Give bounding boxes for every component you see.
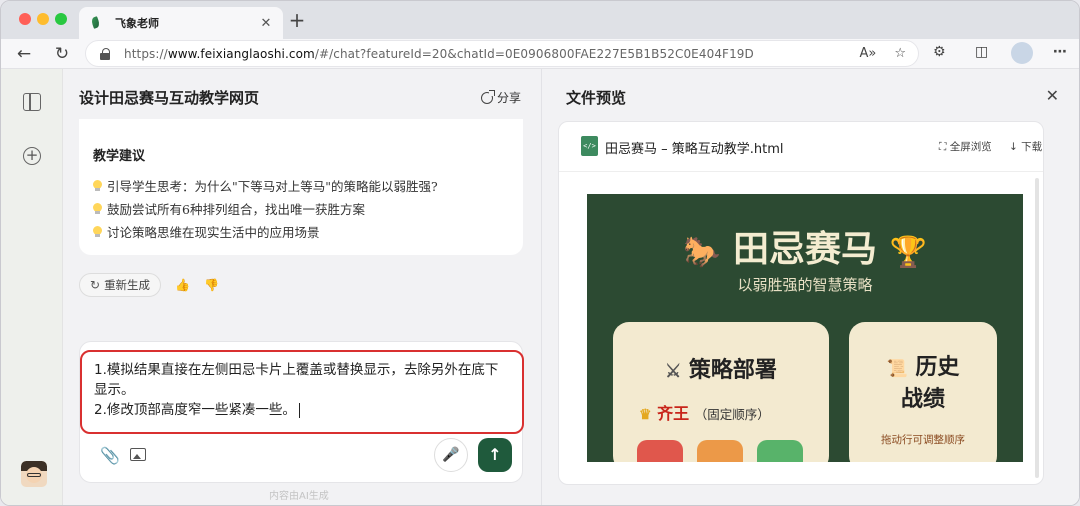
close-icon[interactable]: ✕: [1046, 86, 1059, 105]
send-button[interactable]: ↑: [478, 438, 512, 472]
extensions-icon[interactable]: ⚙: [933, 44, 946, 60]
hero-subtitle: 以弱胜强的智慧策略: [737, 276, 873, 294]
html-file-icon: </>: [581, 136, 598, 156]
file-card: </> 田忌赛马 – 策略互动教学.html ⛶ 全屏浏览 ↓ 下载 🐎 田忌赛…: [558, 121, 1044, 485]
message-heading: 教学建议: [93, 149, 146, 164]
crown-icon: ♛: [639, 407, 652, 423]
tab-active[interactable]: 飞象老师 ✕: [79, 7, 283, 39]
thumbs-up-icon[interactable]: 👍: [175, 278, 190, 292]
lightbulb-icon: [93, 202, 102, 215]
feixiang-logo-icon: [89, 16, 103, 30]
profile-avatar[interactable]: [1011, 42, 1033, 64]
thumbs-down-icon[interactable]: 👎: [204, 278, 219, 292]
regenerate-label: 重新生成: [104, 278, 151, 292]
horse-slot-red[interactable]: [637, 440, 683, 462]
king-label: ♛ 齐王 （固定顺序）: [639, 404, 770, 423]
share-icon: [480, 89, 495, 104]
horse-slot-orange[interactable]: [697, 440, 743, 462]
lock-icon: [100, 47, 112, 60]
history-title: 📜 历史 战绩: [886, 354, 960, 412]
assistant-message: 教学建议 引导学生思考：为什么"下等马对上等马"的策略能以弱胜强? 鼓励尝试所有…: [79, 119, 523, 255]
crossed-swords-icon: ⚔: [665, 361, 682, 382]
list-item: 引导学生思考：为什么"下等马对上等马"的策略能以弱胜强?: [93, 174, 509, 197]
ai-disclaimer: 内容由AI生成: [269, 491, 329, 502]
preview-title: 文件预览: [566, 89, 627, 107]
close-window-button[interactable]: [19, 13, 31, 25]
read-aloud-icon[interactable]: A»: [859, 46, 876, 61]
horse-slot-green[interactable]: [757, 440, 803, 462]
list-item: 讨论策略思维在现实生活中的应用场景: [93, 220, 509, 243]
tab-strip: 飞象老师 ✕ +: [1, 1, 1079, 39]
address-bar[interactable]: https://www.feixianglaoshi.com/#/chat?fe…: [85, 40, 919, 67]
browser-toolbar: ← ↻ https://www.feixianglaoshi.com/#/cha…: [1, 39, 1079, 69]
share-label: 分享: [496, 91, 521, 105]
tab-title: 飞象老师: [115, 17, 159, 30]
rendered-page: 🐎 田忌赛马 🏆 以弱胜强的智慧策略 ⚔ 策略部署 ♛ 齐王 （固定顺序） 📜 …: [587, 194, 1023, 462]
browser-window: 飞象老师 ✕ + ← ↻ https://www.feixianglaoshi.…: [0, 0, 1080, 506]
list-item: 鼓励尝试所有6种排列组合，找出唯一获胜方案: [93, 197, 509, 220]
lightbulb-icon: [93, 225, 102, 238]
file-header: </> 田忌赛马 – 策略互动教学.html ⛶ 全屏浏览 ↓ 下载: [559, 122, 1043, 172]
share-button[interactable]: 分享: [480, 89, 521, 106]
strategy-card: ⚔ 策略部署 ♛ 齐王 （固定顺序）: [613, 322, 829, 462]
scrollbar[interactable]: [1035, 178, 1039, 478]
horse-icon: 🐎: [683, 234, 721, 270]
history-card: 📜 历史 战绩 拖动行可调整顺序: [849, 322, 997, 462]
fullscreen-button[interactable]: ⛶ 全屏浏览: [939, 139, 992, 154]
message-actions: ↻ 重新生成 👍 👎: [79, 273, 219, 297]
close-tab-icon[interactable]: ✕: [259, 16, 273, 31]
download-button[interactable]: ↓ 下载: [1009, 139, 1042, 154]
microphone-button[interactable]: 🎤: [434, 438, 468, 472]
refresh-icon: ↻: [90, 278, 101, 292]
trophy-icon: 🏆: [889, 234, 927, 270]
minimize-window-button[interactable]: [37, 13, 49, 25]
more-menu-icon[interactable]: ⋯: [1053, 44, 1067, 60]
text-caret: [298, 402, 300, 418]
chat-panel: 设计田忌赛马互动教学网页 分享 教学建议 引导学生思考：为什么"下等马对上等马"…: [63, 69, 541, 505]
preview-panel: 文件预览 ✕ </> 田忌赛马 – 策略互动教学.html ⛶ 全屏浏览 ↓ 下…: [541, 69, 1079, 505]
message-composer: 1.模拟结果直接在左侧田忌卡片上覆盖或替换显示，去除另外在底下 显示。 2.修改…: [79, 341, 524, 483]
favorite-star-icon[interactable]: ☆: [894, 46, 906, 61]
refresh-button[interactable]: ↻: [51, 43, 73, 65]
message-input[interactable]: 1.模拟结果直接在左侧田忌卡片上覆盖或替换显示，去除另外在底下 显示。 2.修改…: [80, 350, 524, 434]
paperclip-icon[interactable]: 📎: [100, 446, 120, 465]
app-area: + 设计田忌赛马互动教学网页 分享 教学建议 引导学生思考：为什么"下等马对上等…: [1, 69, 1079, 505]
maximize-window-button[interactable]: [55, 13, 67, 25]
new-chat-icon[interactable]: +: [23, 147, 41, 165]
hero-title: 🐎 田忌赛马 🏆: [683, 228, 927, 270]
split-screen-icon[interactable]: ◫: [975, 44, 988, 60]
image-upload-icon[interactable]: [130, 448, 146, 461]
back-button[interactable]: ←: [13, 43, 35, 65]
file-name: 田忌赛马 – 策略互动教学.html: [605, 142, 784, 157]
strategy-title: ⚔ 策略部署: [665, 357, 777, 383]
new-tab-button[interactable]: +: [287, 8, 307, 32]
chat-title: 设计田忌赛马互动教学网页: [79, 89, 260, 107]
left-rail: +: [1, 69, 63, 505]
sidebar-toggle-icon[interactable]: [23, 93, 41, 111]
url-text: https://www.feixianglaoshi.com/#/chat?fe…: [124, 46, 754, 61]
user-avatar[interactable]: [21, 461, 47, 487]
scroll-icon: 📜: [886, 359, 908, 379]
lightbulb-icon: [93, 179, 102, 192]
history-note: 拖动行可调整顺序: [881, 434, 965, 446]
regenerate-button[interactable]: ↻ 重新生成: [79, 273, 162, 297]
